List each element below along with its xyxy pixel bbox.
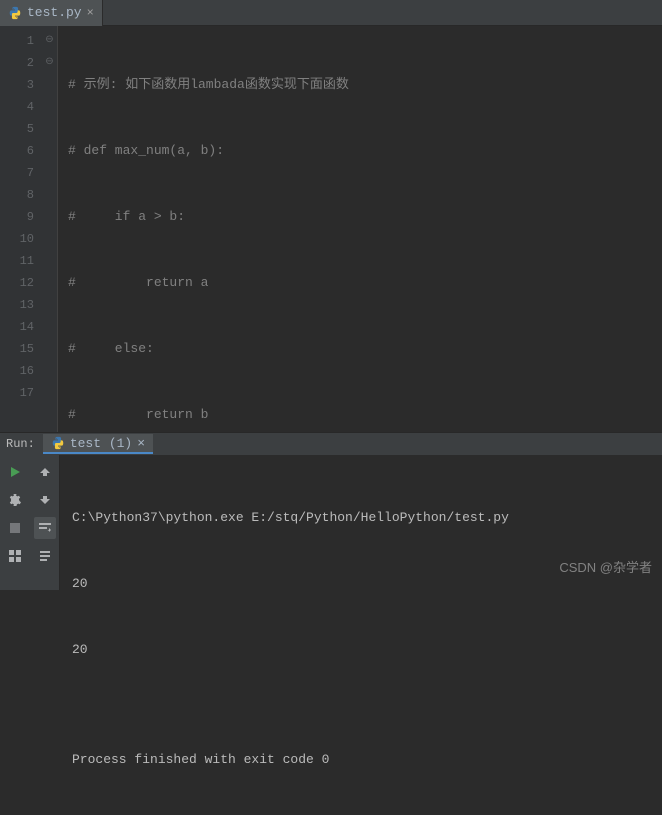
scroll-up-button[interactable] xyxy=(34,461,56,483)
code-line: # else: xyxy=(68,338,154,360)
line-number: 9 xyxy=(4,206,34,228)
line-number: 4 xyxy=(4,96,34,118)
line-number: 14 xyxy=(4,316,34,338)
line-number: 7 xyxy=(4,162,34,184)
line-number: 8 xyxy=(4,184,34,206)
console-output[interactable]: C:\Python37\python.exe E:/stq/Python/Hel… xyxy=(60,455,662,590)
run-tab[interactable]: test (1) × xyxy=(43,434,153,454)
line-number: 12 xyxy=(4,272,34,294)
code-line: # 示例: 如下函数用lambada函数实现下面函数 xyxy=(68,74,349,96)
file-tab[interactable]: test.py × xyxy=(0,0,103,26)
line-gutter: 1 2 3 4 5 6 7 8 9 10 11 12 13 14 15 16 1… xyxy=(0,26,42,432)
soft-wrap-button[interactable] xyxy=(34,517,56,539)
code-line: # return a xyxy=(68,272,208,294)
line-number: 11 xyxy=(4,250,34,272)
editor-tab-bar: test.py × xyxy=(0,0,662,26)
line-number: 13 xyxy=(4,294,34,316)
console-line: Process finished with exit code 0 xyxy=(72,749,662,771)
line-number: 1 xyxy=(4,30,34,52)
line-number: 5 xyxy=(4,118,34,140)
code-line: # if a > b: xyxy=(68,206,185,228)
fold-toggle[interactable]: ⊖ xyxy=(42,30,57,52)
console-line: C:\Python37\python.exe E:/stq/Python/Hel… xyxy=(72,507,662,529)
python-icon xyxy=(51,436,65,450)
run-tool-column-left xyxy=(0,455,30,590)
console-panel: C:\Python37\python.exe E:/stq/Python/Hel… xyxy=(0,455,662,590)
run-tool-column-right xyxy=(30,455,60,590)
run-tool-bar: Run: test (1) × xyxy=(0,432,662,455)
code-line: # def max_num(a, b): xyxy=(68,140,224,162)
settings-button[interactable] xyxy=(4,489,26,511)
line-number: 15 xyxy=(4,338,34,360)
line-number: 17 xyxy=(4,382,34,404)
console-line: 20 xyxy=(72,573,662,595)
line-number: 10 xyxy=(4,228,34,250)
fold-gutter: ⊖ ⊖ xyxy=(42,26,58,432)
fold-toggle[interactable]: ⊖ xyxy=(42,52,57,74)
python-icon xyxy=(8,6,22,20)
line-number: 6 xyxy=(4,140,34,162)
scroll-down-button[interactable] xyxy=(34,489,56,511)
close-icon[interactable]: × xyxy=(137,436,145,451)
code-line: # return b xyxy=(68,404,208,426)
run-tab-label: test (1) xyxy=(70,436,132,451)
line-number: 2 xyxy=(4,52,34,74)
file-tab-label: test.py xyxy=(27,5,82,20)
run-label: Run: xyxy=(0,437,43,451)
console-line: 20 xyxy=(72,639,662,661)
code-text-area[interactable]: # 示例: 如下函数用lambada函数实现下面函数 # def max_num… xyxy=(58,26,662,432)
close-icon[interactable]: × xyxy=(87,6,94,20)
stop-button[interactable] xyxy=(4,517,26,539)
line-number: 16 xyxy=(4,360,34,382)
layout-button[interactable] xyxy=(4,545,26,567)
rerun-button[interactable] xyxy=(4,461,26,483)
print-button[interactable] xyxy=(34,545,56,567)
line-number: 3 xyxy=(4,74,34,96)
editor-pane: 1 2 3 4 5 6 7 8 9 10 11 12 13 14 15 16 1… xyxy=(0,26,662,432)
